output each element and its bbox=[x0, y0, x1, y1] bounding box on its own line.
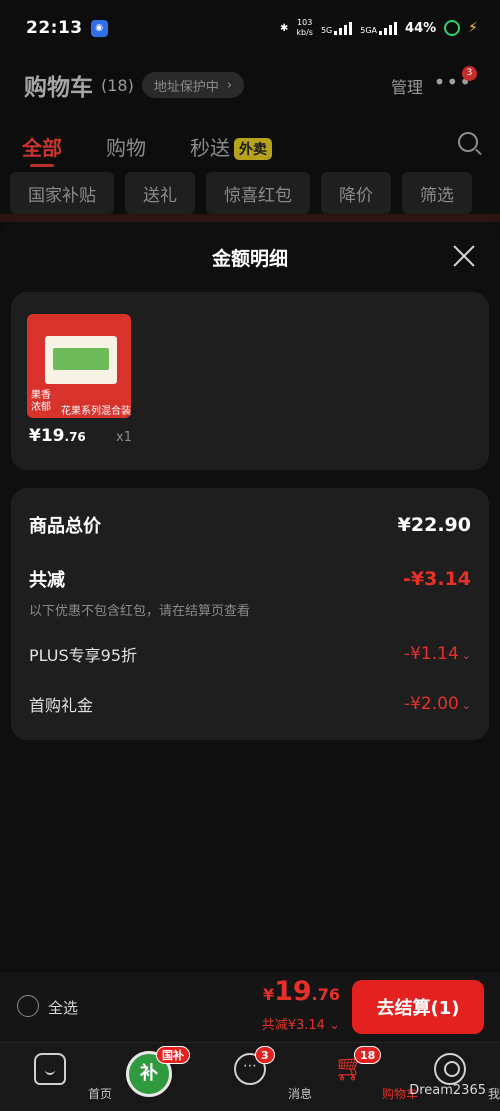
signal-1: 5G bbox=[320, 21, 353, 35]
signal-2-label: 5GA bbox=[360, 26, 378, 35]
checkout-bar: 全选 ¥19.76 共减¥3.14 ⌄ 去结算(1) bbox=[0, 972, 500, 1042]
battery-ring-icon bbox=[444, 20, 461, 36]
nav-cart[interactable]: 🛒︎ 18 购物车 bbox=[300, 1043, 418, 1111]
subsidy-badge: 国补 bbox=[156, 1046, 190, 1064]
cart-tabs: 全部 购物 秒送 外卖 bbox=[0, 126, 500, 167]
total-row: 商品总价 ¥22.90 bbox=[29, 512, 471, 538]
product-price-dec: .76 bbox=[64, 430, 86, 444]
watermark: Dream2365 bbox=[409, 1083, 486, 1098]
filter-chip-filter[interactable]: 筛选 bbox=[402, 172, 472, 214]
more-badge: 3 bbox=[462, 66, 477, 81]
checkout-button[interactable]: 去结算(1) bbox=[352, 980, 484, 1034]
checkout-total-dec: .76 bbox=[311, 985, 340, 1004]
product-image-text-2: 花果系列混合装 bbox=[61, 406, 131, 417]
total-value: ¥22.90 bbox=[397, 514, 471, 536]
nav-messages[interactable]: ⋯ 3 消息 bbox=[200, 1043, 312, 1111]
close-icon[interactable] bbox=[452, 244, 476, 268]
takeout-badge: 外卖 bbox=[234, 138, 272, 160]
checkout-reduce-text: 共减¥3.14 bbox=[261, 1018, 325, 1033]
filter-chip-pricedrop[interactable]: 降价 bbox=[321, 172, 391, 214]
first-purchase-gift-row[interactable]: 首购礼金 -¥2.00 ⌄ bbox=[29, 692, 471, 716]
profile-icon bbox=[434, 1053, 466, 1085]
net-speed: 103 kb/s bbox=[296, 18, 313, 38]
messages-badge: 3 bbox=[255, 1046, 275, 1064]
first-purchase-gift-value-wrap: -¥2.00 ⌄ bbox=[404, 694, 471, 714]
chevron-down-icon: ⌄ bbox=[461, 649, 471, 662]
select-all-label[interactable]: 全选 bbox=[48, 997, 78, 1018]
chevron-down-icon: ⌄ bbox=[329, 1018, 340, 1033]
product-price: ¥19.76 bbox=[29, 426, 86, 446]
product-image[interactable]: 果香浓郁 花果系列混合装 bbox=[27, 314, 131, 418]
nav-subsidy[interactable]: 补 国补 bbox=[100, 1043, 200, 1111]
address-protect-label: 地址保护中 bbox=[153, 79, 219, 95]
chevron-down-icon: ⌄ bbox=[461, 699, 471, 712]
tab-instant[interactable]: 秒送 外卖 bbox=[190, 132, 272, 161]
status-time: 22:13 bbox=[26, 18, 83, 38]
product-price-symbol: ¥ bbox=[29, 426, 41, 446]
nav-profile[interactable]: 我的 bbox=[400, 1043, 500, 1111]
signal-1-label: 5G bbox=[320, 26, 333, 35]
signal-2: 5GA bbox=[360, 21, 398, 35]
reduce-row: 共减 -¥3.14 bbox=[29, 566, 471, 592]
charging-icon: ⚡ bbox=[468, 20, 478, 36]
reduce-value: -¥3.14 bbox=[403, 568, 471, 590]
first-purchase-gift-value: -¥2.00 bbox=[403, 694, 459, 714]
search-icon[interactable] bbox=[458, 132, 478, 152]
amount-detail-sheet: 金额明细 果香浓郁 花果系列混合装 ¥19.76 x1 商品总价 ¥22.90 … bbox=[0, 222, 500, 972]
address-protect-pill[interactable]: 地址保护中 › bbox=[141, 72, 245, 98]
filter-chip-subsidy[interactable]: 国家补贴 bbox=[10, 172, 114, 214]
filter-chip-redpacket[interactable]: 惊喜红包 bbox=[206, 172, 310, 214]
product-price-int: 19 bbox=[40, 426, 65, 446]
select-all-radio[interactable] bbox=[17, 995, 39, 1017]
product-quantity: x1 bbox=[116, 430, 132, 445]
page-title: 购物车 bbox=[24, 75, 93, 101]
checkout-total-int: 19 bbox=[274, 976, 312, 1007]
filter-chips: 国家补贴 送礼 惊喜红包 降价 筛选 bbox=[10, 172, 472, 214]
nav-home[interactable]: 首页 bbox=[0, 1043, 112, 1111]
tab-instant-label: 秒送 bbox=[190, 135, 230, 160]
manage-button[interactable]: 管理 bbox=[391, 74, 423, 98]
product-image-text-1: 果香浓郁 bbox=[31, 390, 51, 413]
home-icon bbox=[34, 1053, 66, 1085]
net-speed-value: 103 bbox=[297, 18, 313, 27]
plus-discount-value-wrap: -¥1.14 ⌄ bbox=[404, 644, 471, 664]
plus-discount-label: PLUS专享95折 bbox=[29, 646, 137, 665]
total-label: 商品总价 bbox=[29, 516, 101, 537]
product-box-graphic bbox=[45, 336, 117, 384]
bottom-nav: 首页 补 国补 ⋯ 3 消息 🛒︎ 18 购物车 我的 bbox=[0, 1042, 500, 1111]
checkout-total-symbol: ¥ bbox=[262, 985, 275, 1004]
net-speed-unit: kb/s bbox=[296, 28, 313, 37]
battery-percent: 44% bbox=[405, 20, 437, 36]
reduce-label: 共减 bbox=[29, 570, 65, 591]
checkout-reduce[interactable]: 共减¥3.14 ⌄ bbox=[262, 1014, 340, 1033]
bluetooth-icon: ✱ bbox=[280, 22, 289, 34]
status-bar: 22:13 ◉ ✱ 103 kb/s 5G 5GA 44% ⚡ bbox=[0, 0, 500, 56]
checkout-total: ¥19.76 bbox=[263, 976, 340, 1007]
price-detail-card: 商品总价 ¥22.90 共减 -¥3.14 以下优惠不包含红包，请在结算页查看 … bbox=[11, 488, 489, 740]
filter-chip-gift[interactable]: 送礼 bbox=[125, 172, 195, 214]
chevron-right-icon: › bbox=[226, 77, 233, 93]
plus-discount-value: -¥1.14 bbox=[403, 644, 459, 664]
signal-bars-icon bbox=[379, 21, 398, 35]
signal-bars-icon bbox=[334, 21, 353, 35]
cart-header: 购物车 (18) 地址保护中 › 管理 ••• 3 bbox=[0, 62, 500, 108]
plus-discount-row[interactable]: PLUS专享95折 -¥1.14 ⌄ bbox=[29, 642, 471, 666]
status-indicators: ✱ 103 kb/s 5G 5GA 44% ⚡ bbox=[280, 18, 478, 38]
divider bbox=[0, 214, 500, 222]
tab-shopping[interactable]: 购物 bbox=[106, 132, 146, 161]
discount-note: 以下优惠不包含红包，请在结算页查看 bbox=[29, 604, 251, 619]
product-card: 果香浓郁 花果系列混合装 ¥19.76 x1 bbox=[11, 292, 489, 470]
sheet-title: 金额明细 bbox=[211, 248, 288, 270]
cart-count: (18) bbox=[101, 75, 134, 95]
app-notification-icon: ◉ bbox=[90, 19, 108, 37]
cart-badge: 18 bbox=[354, 1046, 382, 1064]
first-purchase-gift-label: 首购礼金 bbox=[29, 696, 94, 715]
tab-all[interactable]: 全部 bbox=[22, 132, 62, 167]
